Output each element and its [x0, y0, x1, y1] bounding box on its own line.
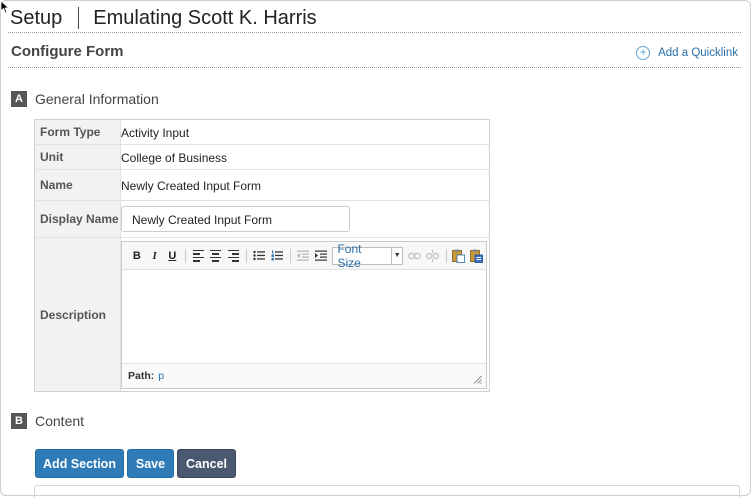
- resize-grip-icon[interactable]: [473, 375, 482, 384]
- form-type-value: Activity Input: [121, 126, 190, 140]
- page-title: Configure Form: [11, 43, 124, 60]
- row-name: Name Newly Created Input Form: [35, 170, 489, 201]
- toolbar-separator: [445, 248, 447, 263]
- unit-label: Unit: [35, 145, 121, 169]
- plus-circle-icon: +: [636, 46, 651, 60]
- content-area: [34, 485, 740, 498]
- numbered-list-icon[interactable]: [269, 248, 285, 264]
- display-name-input[interactable]: Newly Created Input Form: [121, 206, 350, 232]
- section-title: General Information: [35, 91, 159, 107]
- section-content: B Content: [11, 413, 84, 429]
- quicklink-label: Add a Quicklink: [658, 47, 738, 59]
- indent-icon[interactable]: [313, 248, 329, 264]
- outdent-icon[interactable]: [295, 248, 311, 264]
- top-header: Setup Emulating Scott K. Harris: [10, 3, 317, 33]
- align-center-icon[interactable]: [208, 248, 224, 264]
- bullet-list-icon[interactable]: [251, 248, 267, 264]
- title-divider-line: [8, 67, 741, 68]
- unit-value: College of Business: [121, 151, 228, 165]
- path-element-link[interactable]: p: [158, 370, 164, 382]
- toolbar-separator: [289, 248, 291, 263]
- app-title: Setup: [10, 6, 63, 29]
- add-quicklink-link[interactable]: + Add a Quicklink: [636, 46, 738, 60]
- header-divider-line: [8, 32, 741, 33]
- link-icon[interactable]: [407, 248, 423, 264]
- row-form-type: Form Type Activity Input: [35, 120, 489, 145]
- name-value: Newly Created Input Form: [121, 179, 262, 193]
- toolbar-separator: [185, 248, 187, 263]
- form-type-label: Form Type: [35, 120, 121, 144]
- path-label: Path:: [128, 370, 155, 382]
- underline-button[interactable]: U: [165, 248, 181, 264]
- cancel-button[interactable]: Cancel: [177, 449, 236, 478]
- editor-path-bar: Path: p: [122, 363, 486, 388]
- description-editor: B I U Font Size ▼ Path: p: [121, 241, 487, 389]
- align-right-icon[interactable]: [226, 248, 242, 264]
- name-label: Name: [35, 170, 121, 200]
- align-left-icon[interactable]: [190, 248, 206, 264]
- toolbar-separator: [246, 248, 248, 263]
- description-label: Description: [35, 238, 121, 391]
- section-general-information: A General Information: [11, 91, 159, 107]
- emulating-user-label: Emulating Scott K. Harris: [93, 6, 317, 29]
- save-button[interactable]: Save: [127, 449, 174, 478]
- section-letter-badge: B: [11, 413, 27, 429]
- bold-button[interactable]: B: [129, 248, 145, 264]
- paste-icon[interactable]: [451, 248, 467, 264]
- font-size-select[interactable]: Font Size ▼: [332, 242, 404, 270]
- mouse-cursor-icon: [0, 0, 10, 14]
- general-info-table: Form Type Activity Input Unit College of…: [34, 119, 490, 392]
- editor-toolbar: B I U Font Size ▼: [122, 242, 486, 270]
- row-unit: Unit College of Business: [35, 145, 489, 170]
- description-textarea[interactable]: [122, 270, 486, 363]
- add-section-button[interactable]: Add Section: [35, 449, 124, 478]
- paste-from-word-icon[interactable]: [468, 248, 484, 264]
- unlink-icon[interactable]: [425, 248, 441, 264]
- section-letter-badge: A: [11, 91, 27, 107]
- italic-button[interactable]: I: [147, 248, 163, 264]
- font-size-value: Font Size: [337, 241, 362, 270]
- display-name-label: Display Name: [35, 201, 121, 237]
- chevron-down-icon: ▼: [391, 247, 402, 264]
- section-title: Content: [35, 413, 85, 429]
- header-divider: [78, 7, 80, 29]
